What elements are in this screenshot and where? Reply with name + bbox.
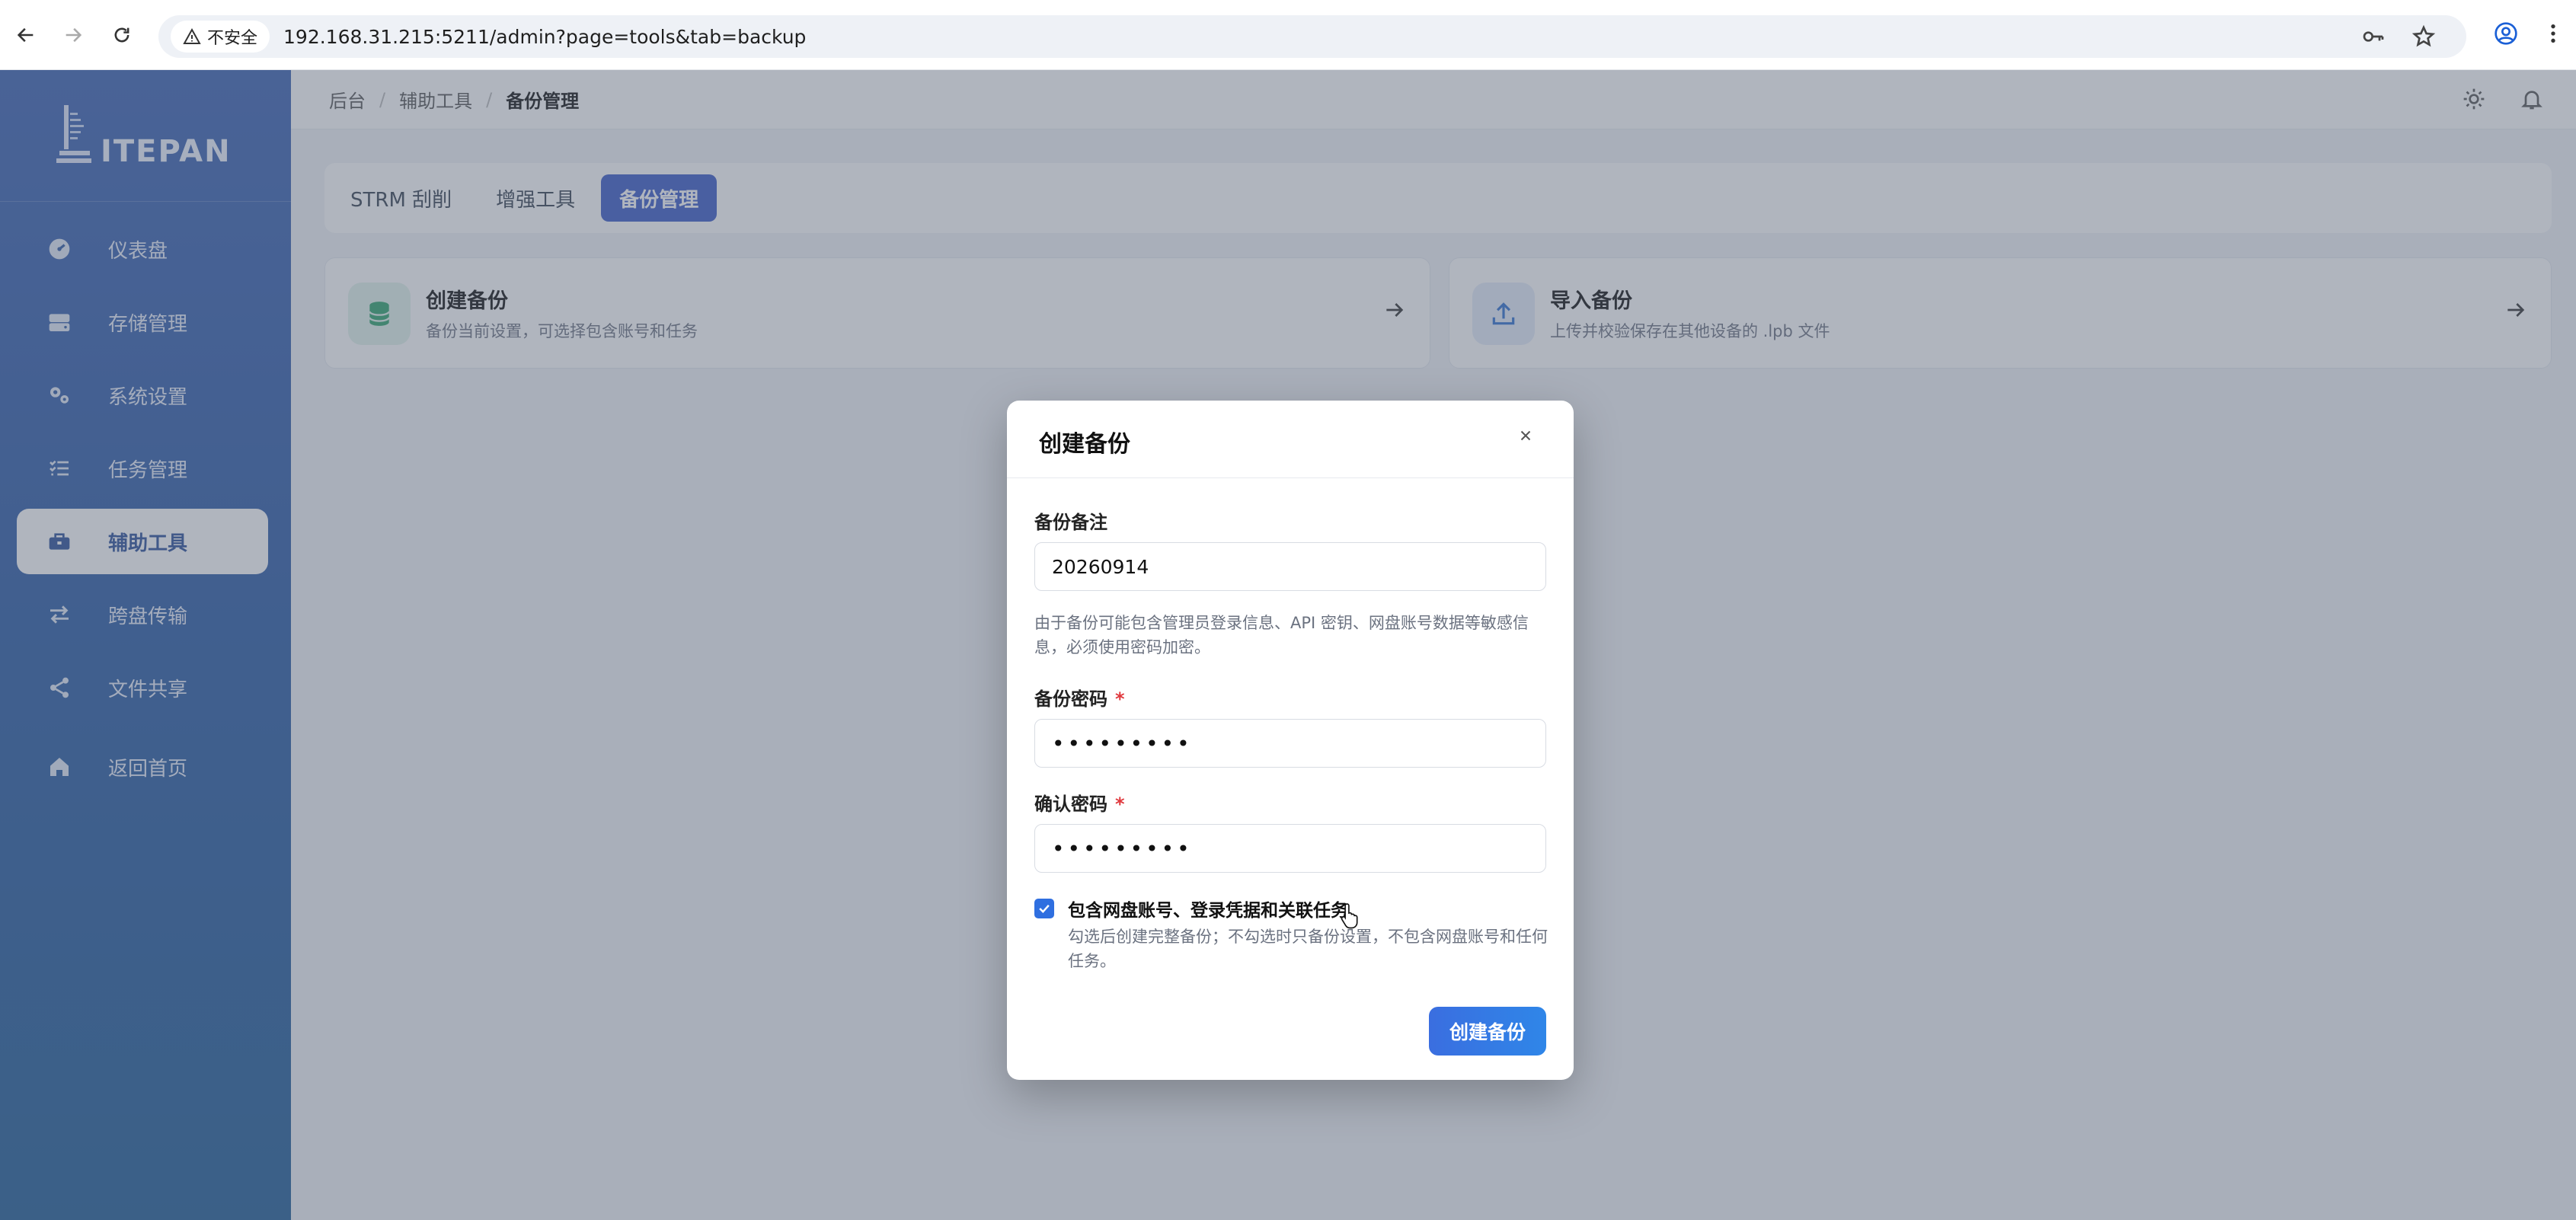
confirm-password-label: 确认密码 * [1034, 789, 1125, 816]
close-icon[interactable] [1517, 423, 1534, 450]
dialog-title: 创建备份 [1039, 431, 1130, 458]
address-bar[interactable]: 不安全 192.168.31.215:5211/admin?page=tools… [158, 15, 2466, 58]
hand-cursor-icon [1339, 902, 1362, 932]
password-input[interactable]: ••••••••• [1034, 719, 1546, 768]
password-label-text: 备份密码 [1034, 688, 1107, 710]
required-mark: * [1115, 688, 1125, 710]
required-mark: * [1115, 794, 1125, 815]
encryption-warning: 由于备份可能包含管理员登录信息、API 密钥、网盘账号数据等敏感信息，必须使用密… [1034, 614, 1529, 656]
note-label: 备份备注 [1034, 512, 1107, 533]
confirm-label-text: 确认密码 [1034, 794, 1107, 815]
password-label: 备份密码 * [1034, 684, 1125, 711]
checkbox-hint: 勾选后创建完整备份；不勾选时只备份设置，不包含网盘账号和任何任务。 [1068, 928, 1548, 970]
check-icon [1039, 904, 1050, 913]
note-input[interactable]: 20260914 [1034, 542, 1546, 591]
key-icon[interactable] [2361, 24, 2386, 49]
reload-icon[interactable] [108, 21, 136, 49]
warning-icon [183, 27, 201, 44]
dialog-header: 创建备份 [1007, 401, 1574, 478]
create-backup-button[interactable]: 创建备份 [1429, 1007, 1546, 1056]
confirm-password-input[interactable]: ••••••••• [1034, 824, 1546, 873]
security-label: 不安全 [207, 29, 258, 48]
profile-icon[interactable] [2494, 21, 2518, 46]
browser-toolbar: 不安全 192.168.31.215:5211/admin?page=tools… [0, 0, 2576, 70]
include-accounts-checkbox[interactable] [1034, 899, 1054, 918]
security-chip[interactable]: 不安全 [171, 21, 270, 53]
checkbox-label[interactable]: 包含网盘账号、登录凭据和关联任务 [1068, 896, 1348, 921]
create-backup-dialog: 创建备份 备份备注 20260914 由于备份可能包含管理员登录信息、API 密… [1007, 401, 1574, 1080]
menu-dots-icon[interactable] [2549, 21, 2558, 46]
forward-icon[interactable] [59, 21, 87, 49]
back-icon[interactable] [12, 21, 40, 49]
url-text[interactable]: 192.168.31.215:5211/admin?page=tools&tab… [283, 26, 806, 48]
bookmark-star-icon[interactable] [2411, 24, 2436, 49]
